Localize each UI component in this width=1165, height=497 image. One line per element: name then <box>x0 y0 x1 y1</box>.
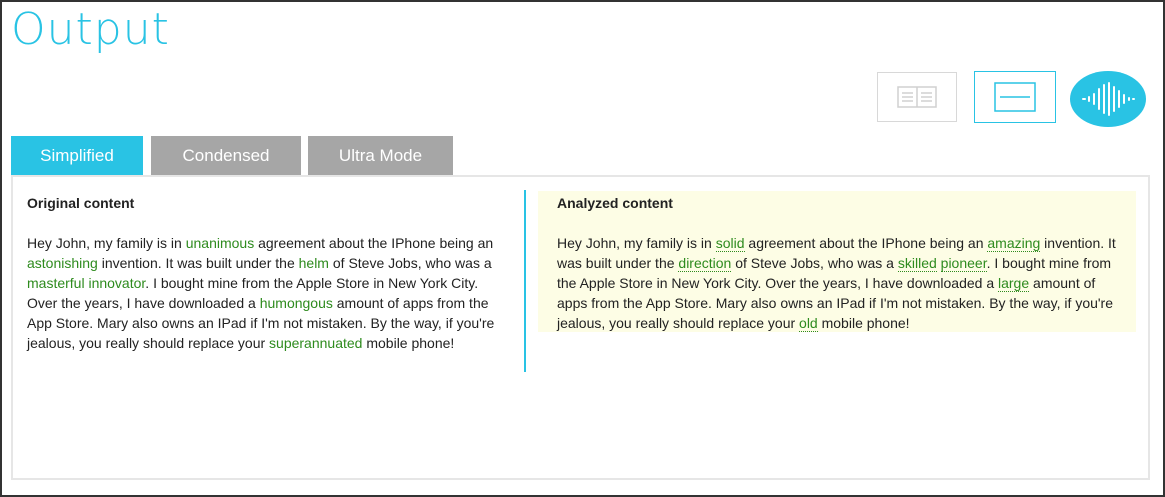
split-view-button[interactable] <box>877 72 957 122</box>
analyzed-content-column: Analyzed content Hey John, my family is … <box>538 191 1136 332</box>
analyzed-text: Hey John, my family is in solid agreemen… <box>557 235 1116 332</box>
original-content-column: Original content Hey John, my family is … <box>27 191 507 353</box>
highlighted-word: superannuated <box>269 335 363 351</box>
page-title: Output <box>11 4 170 55</box>
audio-button[interactable] <box>1070 71 1146 127</box>
single-panel-icon <box>994 82 1036 112</box>
replaced-word[interactable]: old <box>799 315 818 332</box>
highlighted-word: helm <box>298 255 329 271</box>
highlighted-word: humongous <box>259 295 333 311</box>
replaced-word[interactable]: direction <box>678 255 732 272</box>
replaced-word[interactable]: amazing <box>987 235 1041 252</box>
replaced-word[interactable]: large <box>998 275 1030 292</box>
replaced-word[interactable]: solid <box>715 235 745 252</box>
highlighted-word: masterful innovator <box>27 275 146 291</box>
audio-waveform-icon <box>1082 82 1135 116</box>
output-window: Output Simplified Condensed Ultra Mode O… <box>0 0 1165 497</box>
tab-ultra-mode[interactable]: Ultra Mode <box>308 136 453 175</box>
column-divider <box>524 190 526 372</box>
highlighted-word: astonishing <box>27 255 98 271</box>
analyzed-content-heading: Analyzed content <box>557 195 673 211</box>
original-content-heading: Original content <box>27 195 135 211</box>
split-columns-icon <box>897 86 937 108</box>
single-view-button[interactable] <box>974 71 1056 123</box>
replaced-word[interactable]: skilled <box>897 255 937 272</box>
highlighted-word: unanimous <box>185 235 255 251</box>
replaced-word[interactable]: pioneer <box>940 255 987 272</box>
tab-simplified[interactable]: Simplified <box>11 136 143 175</box>
original-text: Hey John, my family is in unanimous agre… <box>27 235 495 351</box>
tab-condensed[interactable]: Condensed <box>151 136 301 175</box>
content-panel: Original content Hey John, my family is … <box>11 175 1150 480</box>
